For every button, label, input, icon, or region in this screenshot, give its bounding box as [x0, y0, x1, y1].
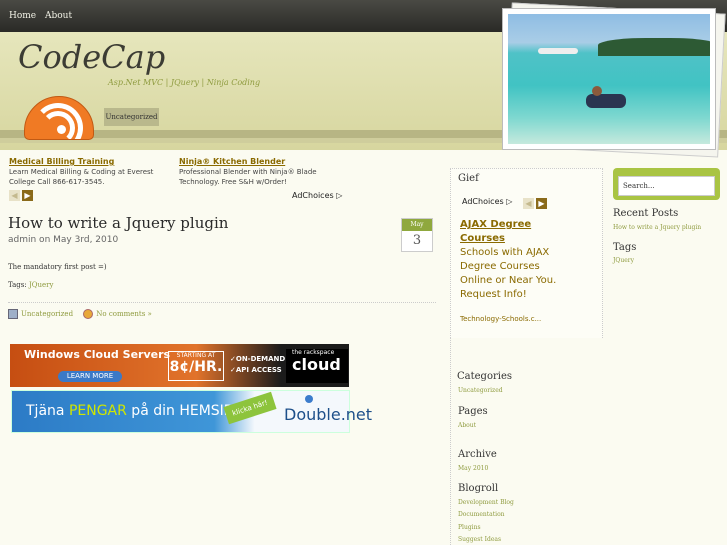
adchoices-link[interactable]: AdChoices ▷ — [462, 197, 512, 206]
double-banner-ad[interactable]: Tjäna PENGAR på din HEMSIDA! klicka här!… — [11, 390, 372, 433]
gief-ad-nav-arrows: ◀ ▶ — [523, 198, 549, 217]
post-divider — [8, 302, 436, 303]
banner-feature: ✓API ACCESS — [230, 366, 282, 374]
archive-heading: Archive — [458, 449, 497, 460]
nav-home-link[interactable]: Home — [9, 11, 36, 21]
post-date-badge: May 3 — [401, 218, 433, 252]
ad-link-1[interactable]: Medical Billing Training Learn Medical B… — [9, 157, 179, 187]
ad-prev-arrow-icon[interactable]: ◀ — [9, 190, 20, 201]
ad-link-desc: Learn Medical Billing & Coding at Everes… — [9, 168, 154, 186]
banner-learn-more-button[interactable]: LEARN MORE — [58, 371, 122, 382]
post-title[interactable]: How to write a Jquery plugin — [8, 214, 228, 232]
adchoices-link[interactable]: AdChoices ▷ — [292, 191, 342, 200]
post-footer: Uncategorized No comments » — [8, 309, 160, 319]
rackspace-banner-ad[interactable]: Windows Cloud Servers LEARN MORE STARTIN… — [10, 344, 349, 387]
post-comments-link[interactable]: No comments » — [96, 310, 152, 318]
sidebar-link-may-2010[interactable]: May 2010 — [458, 465, 488, 472]
site-tagline: Asp.Net MVC | JQuery | Ninja Coding — [108, 78, 261, 87]
sidebar-link-about[interactable]: About — [458, 422, 476, 429]
header-photo — [502, 8, 716, 150]
categories-heading: Categories — [457, 371, 512, 382]
tags-heading: Tags — [613, 242, 637, 253]
photo-swimmer-head — [592, 86, 602, 96]
post-category-link[interactable]: Uncategorized — [21, 310, 73, 318]
blogroll-heading: Blogroll — [458, 483, 499, 494]
tag-link-jquery[interactable]: JQuery — [29, 281, 54, 289]
category-folder-icon — [8, 309, 18, 319]
photo-trees — [598, 38, 710, 56]
sidebar-link-uncategorized[interactable]: Uncategorized — [458, 387, 503, 394]
photo-boat — [538, 48, 578, 54]
beach-photo-image — [508, 14, 710, 144]
banner-features: ✓ON-DEMAND ✓API ACCESS — [230, 354, 285, 376]
brand-big: cloud — [292, 355, 341, 374]
recent-posts-heading: Recent Posts — [613, 208, 679, 219]
nav-about-link[interactable]: About — [45, 11, 72, 21]
banner-text: Tjäna PENGAR på din HEMSIDA! — [26, 403, 250, 419]
ad-prev-arrow-icon[interactable]: ◀ — [523, 198, 534, 209]
gief-heading: Gief — [458, 173, 479, 184]
ad-link-title[interactable]: Ninja® Kitchen Blender — [179, 157, 349, 166]
date-day: 3 — [412, 233, 422, 248]
double-logo-dot-icon — [305, 395, 313, 403]
comments-bubble-icon — [83, 309, 94, 319]
gief-ad-title[interactable]: AJAX Degree Courses — [460, 218, 560, 246]
banner-price: 8¢/HR. — [169, 359, 223, 375]
banner-click-here-badge[interactable]: klicka här! — [223, 391, 277, 425]
banner-text-a: Tjäna — [26, 403, 69, 419]
sidebar-link-development-blog[interactable]: Development Blog — [458, 499, 514, 506]
gief-ad-desc[interactable]: Schools with AJAX Degree Courses Online … — [460, 246, 560, 302]
sidebar-link-suggest-ideas[interactable]: Suggest Ideas — [458, 536, 501, 543]
recent-post-link[interactable]: How to write a Jquery plugin — [613, 224, 701, 231]
ad-next-arrow-icon[interactable]: ▶ — [536, 198, 547, 209]
search-box — [613, 168, 720, 200]
site-title[interactable]: CodeCap — [18, 38, 165, 76]
photo-swimmer — [586, 94, 626, 108]
banner-feature: ✓ON-DEMAND — [230, 355, 286, 363]
banner-text-b: PENGAR — [68, 403, 127, 419]
double-logo: Double.net — [284, 405, 373, 424]
date-month: May — [402, 219, 432, 231]
rackspace-logo: the rackspace cloud — [286, 349, 348, 383]
gief-ad-source[interactable]: Technology-Schools.c... — [460, 315, 541, 323]
category-tab-uncategorized[interactable]: Uncategorized — [104, 108, 159, 126]
tag-cloud-jquery[interactable]: JQuery — [613, 257, 634, 264]
ad-next-arrow-icon[interactable]: ▶ — [22, 190, 33, 201]
pages-heading: Pages — [458, 406, 488, 417]
tags-label: Tags: — [8, 281, 29, 289]
sidebar-link-plugins[interactable]: Plugins — [458, 524, 481, 531]
post-tags: Tags: JQuery — [8, 281, 53, 289]
ad-link-2[interactable]: Ninja® Kitchen Blender Professional Blen… — [179, 157, 349, 187]
ad-nav-arrows: ◀ ▶ — [9, 190, 35, 209]
rss-dot — [57, 125, 66, 134]
ad-link-title[interactable]: Medical Billing Training — [9, 157, 179, 166]
banner-starting-label: STARTING AT — [176, 352, 216, 359]
post-body: The mandatory first post =) — [8, 263, 107, 271]
banner-price-box: STARTING AT 8¢/HR. — [168, 351, 224, 381]
sidebar-link-documentation[interactable]: Documentation — [458, 511, 505, 518]
ad-link-desc: Professional Blender with Ninja® Blade T… — [179, 168, 317, 186]
post-meta: admin on May 3rd, 2010 — [8, 235, 119, 245]
banner-title: Windows Cloud Servers — [24, 348, 171, 361]
search-input[interactable] — [618, 176, 715, 196]
